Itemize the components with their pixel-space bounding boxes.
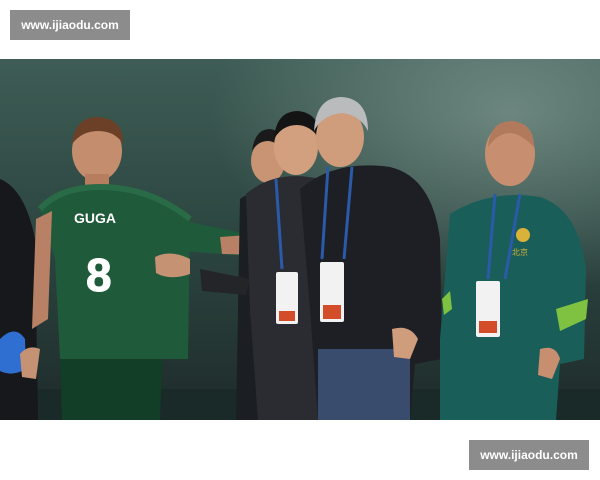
watermark-top: www.ijiaodu.com <box>10 10 130 40</box>
photo: GUGA 8 北京 <box>0 59 600 420</box>
jersey-number: 8 <box>86 249 112 301</box>
watermark-bottom: www.ijiaodu.com <box>469 440 589 470</box>
club-badge-text: 北京 <box>512 247 528 257</box>
jersey-name: GUGA <box>74 210 116 226</box>
photo-scene: GUGA 8 北京 <box>0 59 600 420</box>
